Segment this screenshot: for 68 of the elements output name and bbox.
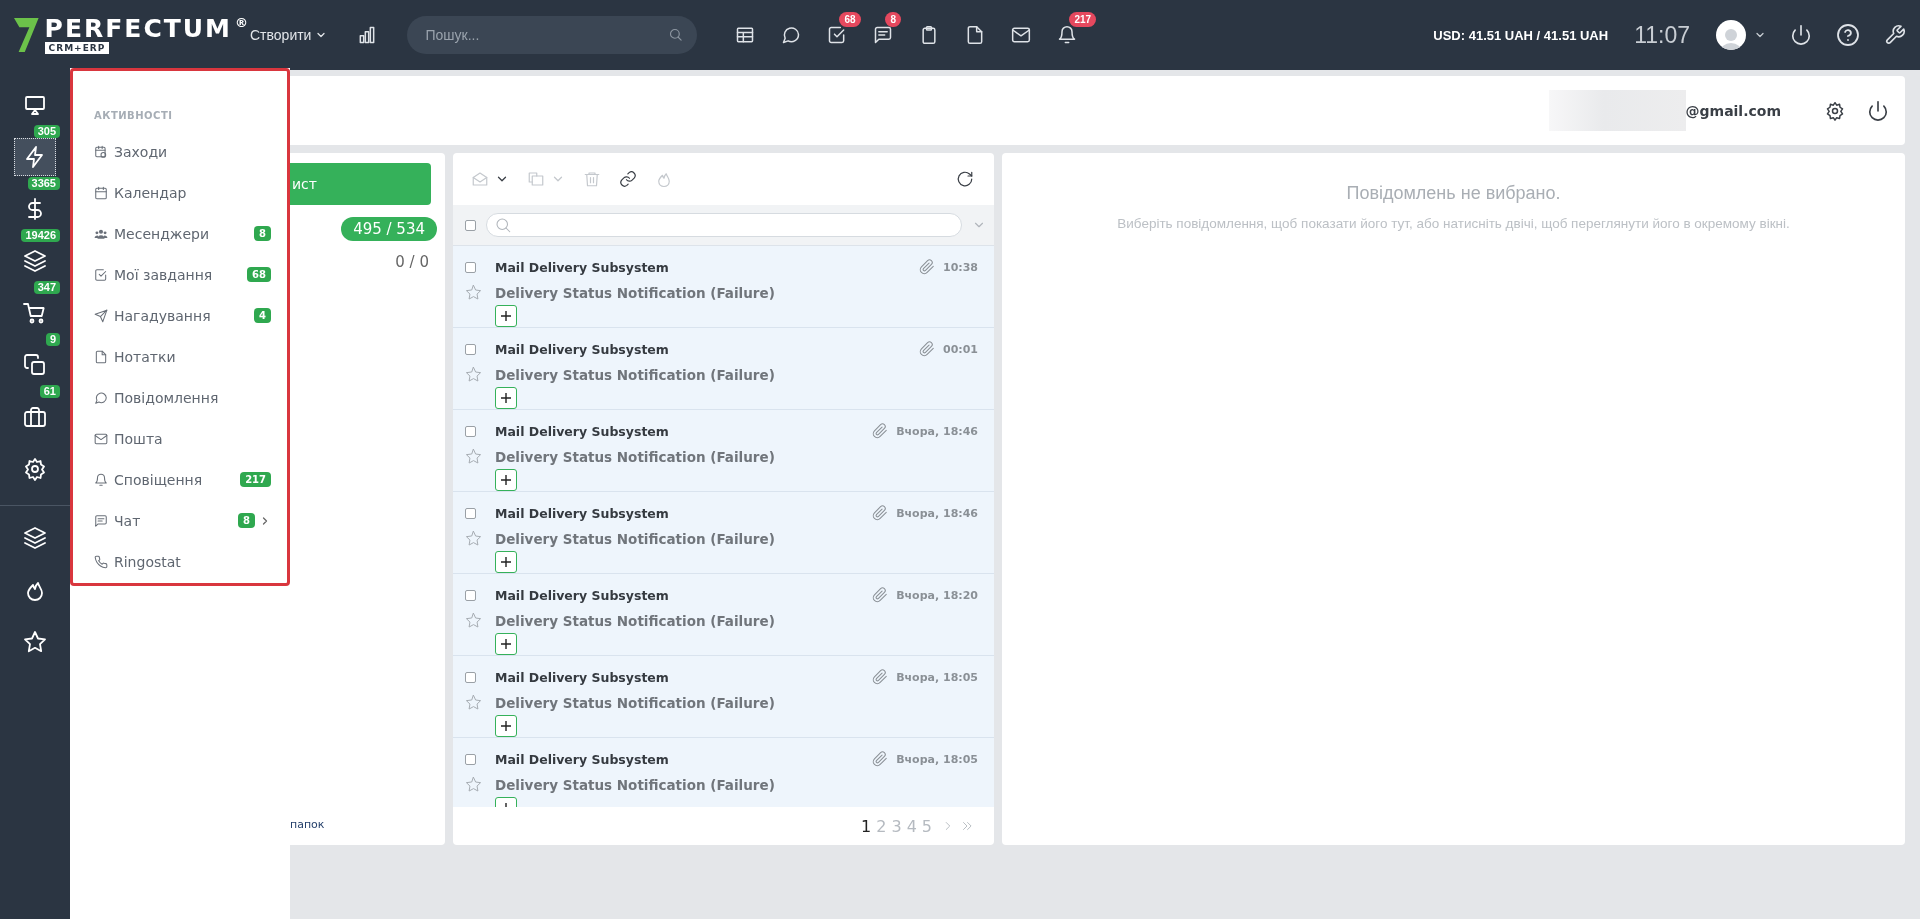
- message-row[interactable]: Mail Delivery Subsystem Вчора, 18:46 Delivery Status Notification (Failure): [453, 492, 994, 574]
- message-time: 00:01: [943, 342, 978, 356]
- message-subject: Delivery Status Notification (Failure): [495, 694, 776, 711]
- folder-counter: 495 / 534: [341, 217, 437, 241]
- message-subject: Delivery Status Notification (Failure): [495, 448, 776, 465]
- count-badge: 305: [33, 125, 60, 138]
- count-badge: 217: [1069, 12, 1097, 27]
- message-time: Вчора, 18:46: [896, 506, 978, 520]
- count-badge: 8: [254, 226, 271, 241]
- sender: Mail Delivery Subsystem: [495, 259, 670, 275]
- folders-link[interactable]: папок: [290, 818, 437, 831]
- sender: Mail Delivery Subsystem: [495, 341, 670, 357]
- menu-item[interactable]: Сповіщення 217: [73, 459, 287, 500]
- count-badge: 347: [33, 281, 60, 294]
- count-badge: 68: [839, 12, 861, 27]
- menu-item[interactable]: Месенджери 8: [73, 213, 287, 254]
- account-email: @gmail.com: [1685, 102, 1781, 119]
- menu-item[interactable]: Пошта: [73, 418, 287, 459]
- folder-counter: 0 / 0: [394, 253, 430, 271]
- menu-item[interactable]: Ringostat: [73, 541, 287, 582]
- message-row[interactable]: Mail Delivery Subsystem Вчора, 18:05 Delivery Status Notification (Failure): [453, 656, 994, 738]
- count-badge: 8: [885, 12, 901, 27]
- registered-mark: ®: [235, 16, 250, 32]
- empty-state-title: Повідомлень не вибрано.: [1346, 183, 1561, 204]
- count-badge: 68: [247, 267, 271, 282]
- sender: Mail Delivery Subsystem: [495, 669, 670, 685]
- message-time: 10:38: [943, 260, 978, 274]
- menu-item[interactable]: Нагадування 4: [73, 295, 287, 336]
- count-badge: 9: [45, 333, 60, 346]
- message-subject: Delivery Status Notification (Failure): [495, 776, 776, 793]
- create-menu[interactable]: Створити: [250, 27, 328, 43]
- count-badge: 8: [238, 513, 255, 528]
- menu-item[interactable]: Повідомлення: [73, 377, 287, 418]
- logo-wordmark: PERFECTUM: [44, 16, 232, 42]
- page-link[interactable]: 1: [861, 816, 872, 836]
- message-time: Вчора, 18:20: [896, 588, 978, 602]
- sender: Mail Delivery Subsystem: [495, 751, 670, 767]
- count-badge: 217: [240, 472, 271, 487]
- menu-heading: АКТИВНОСТІ: [94, 110, 173, 121]
- message-subject: Delivery Status Notification (Failure): [495, 366, 776, 383]
- menu-item[interactable]: Календар: [73, 172, 287, 213]
- menu-item[interactable]: Заходи: [73, 131, 287, 172]
- count-badge: 4: [254, 308, 271, 323]
- sender: Mail Delivery Subsystem: [495, 505, 670, 521]
- count-badge: 3365: [27, 177, 60, 190]
- menu-item[interactable]: Мої завдання 68: [73, 254, 287, 295]
- message-subject: Delivery Status Notification (Failure): [495, 530, 776, 547]
- message-row[interactable]: Mail Delivery Subsystem 10:38 Delivery Status Notification (Failure): [453, 246, 994, 328]
- message-row[interactable]: Mail Delivery Subsystem Вчора, 18:46 Delivery Status Notification (Failure): [453, 410, 994, 492]
- message-time: Вчора, 18:05: [896, 752, 978, 766]
- message-row[interactable]: Mail Delivery Subsystem Вчора, 18:20 Delivery Status Notification (Failure): [453, 574, 994, 656]
- message-subject: Delivery Status Notification (Failure): [495, 612, 776, 629]
- message-row[interactable]: Mail Delivery Subsystem 00:01 Delivery Status Notification (Failure): [453, 328, 994, 410]
- empty-state-hint: Виберіть повідомлення, щоб показати його тут, або натисніть двічі, щоб переглянути його в окремому вікні.: [1117, 216, 1790, 231]
- search-field[interactable]: Пошук...: [407, 16, 698, 54]
- sender: Mail Delivery Subsystem: [495, 587, 670, 603]
- menu-item[interactable]: Чат 8: [73, 500, 287, 541]
- message-time: Вчора, 18:46: [896, 424, 978, 438]
- message-subject: Delivery Status Notification (Failure): [495, 284, 776, 301]
- menu-item[interactable]: Нотатки: [73, 336, 287, 377]
- count-badge: 19426: [21, 229, 60, 242]
- clock: 11:07: [1634, 21, 1690, 49]
- exchange-rate: USD: 41.51 UAH / 41.51 UAH: [1433, 27, 1609, 43]
- message-time: Вчора, 18:05: [896, 670, 978, 684]
- count-badge: 61: [39, 385, 60, 398]
- logo-tagline: CRM+ERP: [44, 42, 110, 54]
- message-row[interactable]: Mail Delivery Subsystem Вчора, 18:05 Delivery Status Notification (Failure): [453, 738, 994, 807]
- sender: Mail Delivery Subsystem: [495, 423, 670, 439]
